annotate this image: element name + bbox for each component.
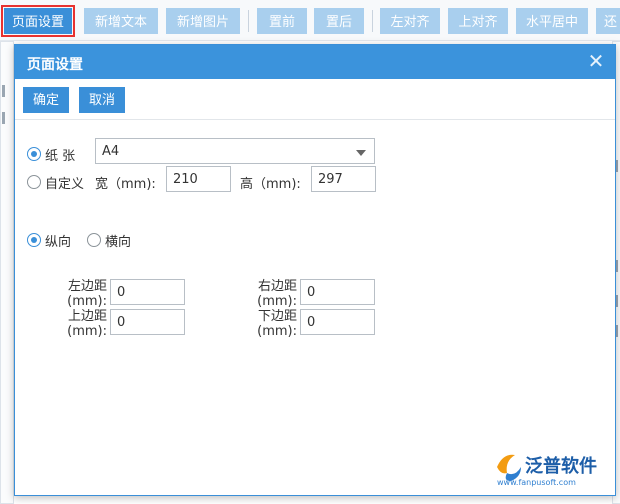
height-input[interactable]: 297: [311, 166, 376, 192]
left-margin-label: 左边距 (mm):: [67, 279, 107, 309]
add-image-button[interactable]: 新增图片: [166, 8, 240, 34]
dialog-title: 页面设置: [27, 57, 83, 73]
brand-name: 泛普软件: [525, 455, 597, 477]
height-label: 高（mm):: [240, 177, 301, 192]
paper-size-radio[interactable]: [27, 147, 41, 161]
landscape-label: 横向: [105, 235, 132, 250]
page-setup-button[interactable]: 页面设置: [1, 5, 75, 37]
left-margin-input[interactable]: 0: [110, 279, 185, 305]
editor-toolbar: 页面设置 新增文本 新增图片 置前 置后 左对齐 上对齐 水平居中 还: [0, 0, 620, 41]
close-icon[interactable]: ✕: [585, 50, 607, 72]
chevron-down-icon: [356, 150, 366, 156]
restore-button[interactable]: 还: [596, 8, 620, 34]
send-back-button[interactable]: 置后: [314, 8, 364, 34]
align-top-button[interactable]: 上对齐: [448, 8, 508, 34]
confirm-button[interactable]: 确定: [23, 87, 70, 113]
bottom-margin-label: 下边距 (mm):: [257, 309, 297, 339]
toolbar-separator: [248, 10, 249, 32]
fanpusoft-logo-icon: 泛普软件 www.fanpusoft.com: [497, 454, 597, 487]
dialog-header: 页面设置 ✕: [15, 45, 615, 79]
custom-size-label: 自定义: [45, 177, 85, 192]
toolbar-separator: [372, 10, 373, 32]
fanpusoft-watermark: 泛普软件 www.fanpusoft.com: [491, 447, 607, 491]
custom-size-radio[interactable]: [27, 175, 41, 189]
cancel-button[interactable]: 取消: [79, 87, 126, 113]
top-margin-input[interactable]: 0: [110, 309, 185, 335]
brand-url: www.fanpusoft.com: [497, 478, 576, 487]
portrait-radio[interactable]: [27, 233, 41, 247]
paper-size-select[interactable]: A4: [95, 138, 375, 164]
bottom-margin-input[interactable]: 0: [300, 309, 375, 335]
landscape-radio[interactable]: [87, 233, 101, 247]
panel-marker: [2, 85, 5, 97]
width-input[interactable]: 210: [166, 166, 231, 192]
page-setup-dialog: 页面设置 ✕ 确定 取消 纸 张 A4 自定义 宽（mm): 210 高（mm)…: [14, 44, 616, 496]
add-text-button[interactable]: 新增文本: [84, 8, 158, 34]
portrait-label: 纵向: [45, 235, 72, 250]
dialog-action-bar: 确定 取消: [15, 79, 615, 120]
center-horizontal-button[interactable]: 水平居中: [516, 8, 588, 34]
paper-size-value: A4: [102, 144, 120, 159]
right-margin-label: 右边距 (mm):: [257, 279, 297, 309]
right-margin-input[interactable]: 0: [300, 279, 375, 305]
paper-size-label: 纸 张: [45, 149, 76, 164]
top-margin-label: 上边距 (mm):: [67, 309, 107, 339]
bring-front-button[interactable]: 置前: [257, 8, 307, 34]
width-label: 宽（mm):: [95, 177, 156, 192]
panel-marker: [2, 112, 5, 124]
left-panel: [0, 41, 14, 504]
align-left-button[interactable]: 左对齐: [380, 8, 440, 34]
